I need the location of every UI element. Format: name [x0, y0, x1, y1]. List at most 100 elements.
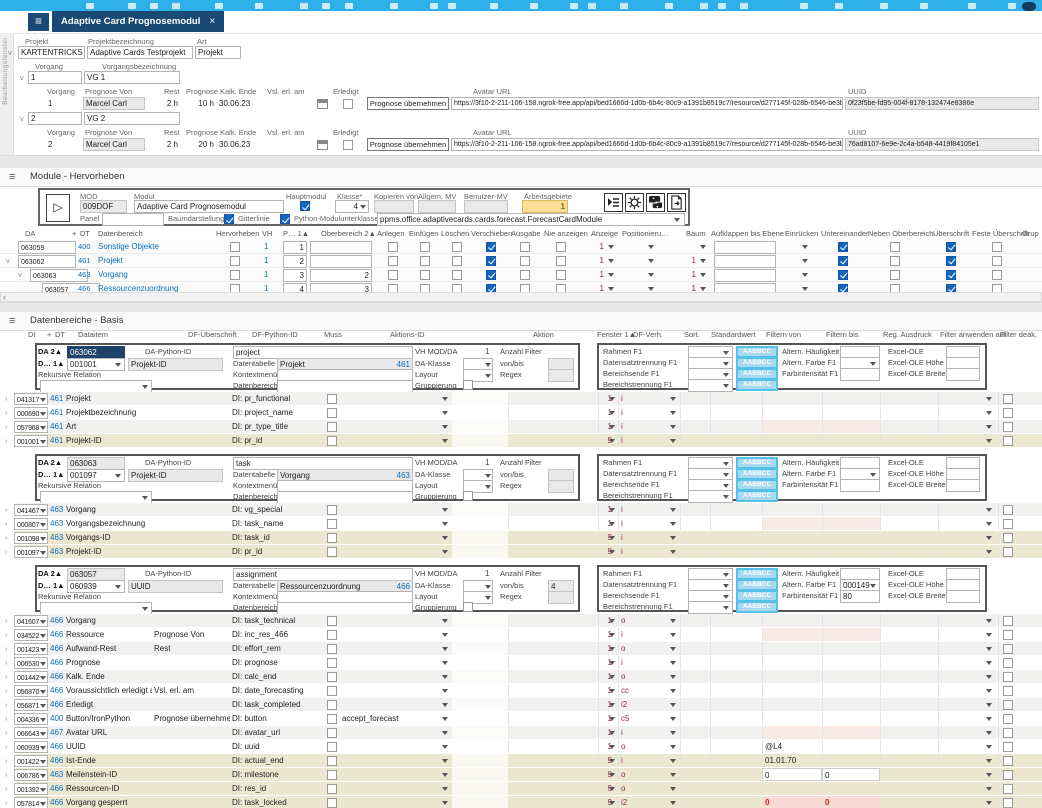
chevron-down-icon[interactable]	[38, 504, 48, 516]
expand-icon[interactable]: v	[20, 112, 24, 125]
expand-icon[interactable]: ›	[5, 420, 8, 433]
aktion-dropdown[interactable]	[440, 684, 450, 697]
chevron-down-icon[interactable]	[38, 755, 48, 767]
chevron-down-icon[interactable]	[668, 754, 678, 767]
toolbar-icon[interactable]	[150, 3, 158, 9]
muss-checkbox[interactable]	[327, 644, 337, 654]
expand-icon[interactable]: ›	[5, 642, 8, 655]
menu-icon[interactable]: ≡	[28, 13, 49, 31]
gear-icon[interactable]	[625, 193, 644, 212]
farbintensitaet-field[interactable]	[840, 368, 880, 381]
einruecken-select[interactable]	[800, 254, 810, 267]
verschieben-checkbox[interactable]	[486, 242, 496, 252]
regex-field[interactable]	[548, 480, 574, 493]
filter-anwenden-dropdown[interactable]	[984, 712, 994, 725]
dataitem-row[interactable]: › 041467 463 Vorgang DI: vg_special 1 i	[0, 503, 1042, 517]
dataitem-row[interactable]: › 057814 466 Vorgang gesperrt DI: task_l…	[0, 796, 1042, 808]
dataitem-row[interactable]: › 001442 466 Kalk. Ende DI: calc_end 1 o	[0, 670, 1042, 684]
dataitem-id-field[interactable]: 000807	[14, 518, 48, 530]
da-id-field[interactable]: 063059	[18, 241, 76, 254]
filtern-von-cell[interactable]	[762, 726, 822, 739]
chevron-down-icon[interactable]	[607, 517, 617, 530]
verschieben-checkbox[interactable]	[486, 270, 496, 280]
filtern-von-cell[interactable]	[762, 545, 822, 558]
filter-anwenden-dropdown[interactable]	[984, 628, 994, 641]
filtern-bis-cell[interactable]	[822, 684, 880, 697]
farbe-swatch-field[interactable]: AABBCC	[736, 601, 778, 613]
chevron-down-icon[interactable]	[607, 656, 617, 669]
chevron-down-icon[interactable]	[38, 421, 48, 433]
sort-cell[interactable]	[680, 614, 710, 627]
sort-cell[interactable]	[680, 503, 710, 516]
feste-ueberschrift-checkbox[interactable]	[992, 242, 1002, 252]
einruecken-select[interactable]	[800, 268, 810, 281]
dataitem-id-field[interactable]: 057968	[14, 421, 48, 433]
standardwert-cell[interactable]	[710, 754, 762, 767]
df-ueberschrift-value[interactable]: Vsl. erl. am	[154, 684, 230, 697]
calendar-icon[interactable]	[317, 99, 328, 109]
aktion-dropdown[interactable]	[440, 698, 450, 711]
untereinander-checkbox[interactable]	[838, 270, 848, 280]
expand-icon[interactable]: v	[18, 268, 22, 281]
einruecken-select[interactable]	[800, 240, 810, 253]
dataitem-id-field[interactable]: 004336	[14, 713, 48, 725]
muss-checkbox[interactable]	[327, 394, 337, 404]
rekursive-relation-select[interactable]	[40, 380, 152, 393]
muss-checkbox[interactable]	[327, 630, 337, 640]
toolbar-icon[interactable]	[490, 3, 498, 9]
muss-checkbox[interactable]	[327, 519, 337, 529]
chevron-down-icon[interactable]	[38, 546, 48, 558]
anzeige-select[interactable]: 1	[594, 254, 604, 267]
filter-deak-checkbox[interactable]	[1003, 505, 1013, 515]
filtern-von-cell[interactable]	[762, 517, 822, 530]
datenbereich-name[interactable]: Projekt	[98, 254, 214, 267]
standardwert-cell[interactable]	[710, 628, 762, 641]
dataitem-name[interactable]: Avatar URL	[66, 726, 152, 739]
sort-cell[interactable]	[680, 698, 710, 711]
chevron-down-icon[interactable]	[698, 254, 708, 267]
chevron-down-icon[interactable]	[607, 406, 617, 419]
chevron-down-icon[interactable]	[38, 797, 48, 808]
hervorheben-checkbox[interactable]	[230, 270, 240, 280]
toolbar-icon[interactable]	[800, 3, 808, 9]
reg-ausdruck-cell[interactable]	[880, 726, 938, 739]
chevron-down-icon[interactable]	[668, 740, 678, 753]
filter-anwenden-dropdown[interactable]	[984, 740, 994, 753]
filter-anwenden-dropdown[interactable]	[984, 503, 994, 516]
reg-ausdruck-cell[interactable]	[880, 656, 938, 669]
chevron-down-icon[interactable]	[668, 392, 678, 405]
expand-icon[interactable]: ›	[5, 712, 8, 725]
filter-anwenden-dropdown[interactable]	[984, 670, 994, 683]
filter-anwenden-dropdown[interactable]	[984, 434, 994, 447]
chevron-down-icon[interactable]	[668, 782, 678, 795]
expand-icon[interactable]: ›	[5, 684, 8, 697]
projektbezeichnung-field[interactable]: Adaptive Cards Testprojekt	[87, 46, 193, 59]
chevron-down-icon[interactable]	[668, 698, 678, 711]
chevron-down-icon[interactable]	[483, 369, 493, 382]
toolbar-icon[interactable]	[718, 3, 726, 9]
close-icon[interactable]: ×	[209, 16, 215, 27]
chevron-down-icon[interactable]	[668, 768, 678, 781]
einfuegen-checkbox[interactable]	[420, 242, 430, 252]
dataitem-id-field[interactable]: 001442	[14, 671, 48, 683]
filtern-bis-cell[interactable]	[822, 726, 880, 739]
aktion-dropdown[interactable]	[440, 545, 450, 558]
chevron-down-icon[interactable]	[606, 254, 616, 267]
mod-field[interactable]: 009DOF	[80, 200, 127, 213]
filter-anwenden-dropdown[interactable]	[984, 656, 994, 669]
ueberschrift-checkbox[interactable]	[946, 270, 956, 280]
dataitem-name[interactable]: Prognose	[66, 656, 152, 669]
aktion-dropdown[interactable]	[440, 670, 450, 683]
filter-deak-checkbox[interactable]	[1003, 728, 1013, 738]
gruppierung-checkbox[interactable]	[463, 602, 473, 612]
section-menu-icon[interactable]: ≡	[9, 171, 15, 183]
standardwert-cell[interactable]	[710, 642, 762, 655]
filtern-von-cell[interactable]	[762, 392, 822, 405]
muss-checkbox[interactable]	[327, 756, 337, 766]
vorgangsbezeichnung-field[interactable]: VG 2	[84, 112, 180, 125]
sort-cell[interactable]	[680, 656, 710, 669]
toolbar-icon[interactable]	[665, 3, 673, 9]
nie-anzeigen-checkbox[interactable]	[556, 242, 566, 252]
expand-icon[interactable]: ›	[5, 796, 8, 808]
chevron-down-icon[interactable]	[668, 545, 678, 558]
